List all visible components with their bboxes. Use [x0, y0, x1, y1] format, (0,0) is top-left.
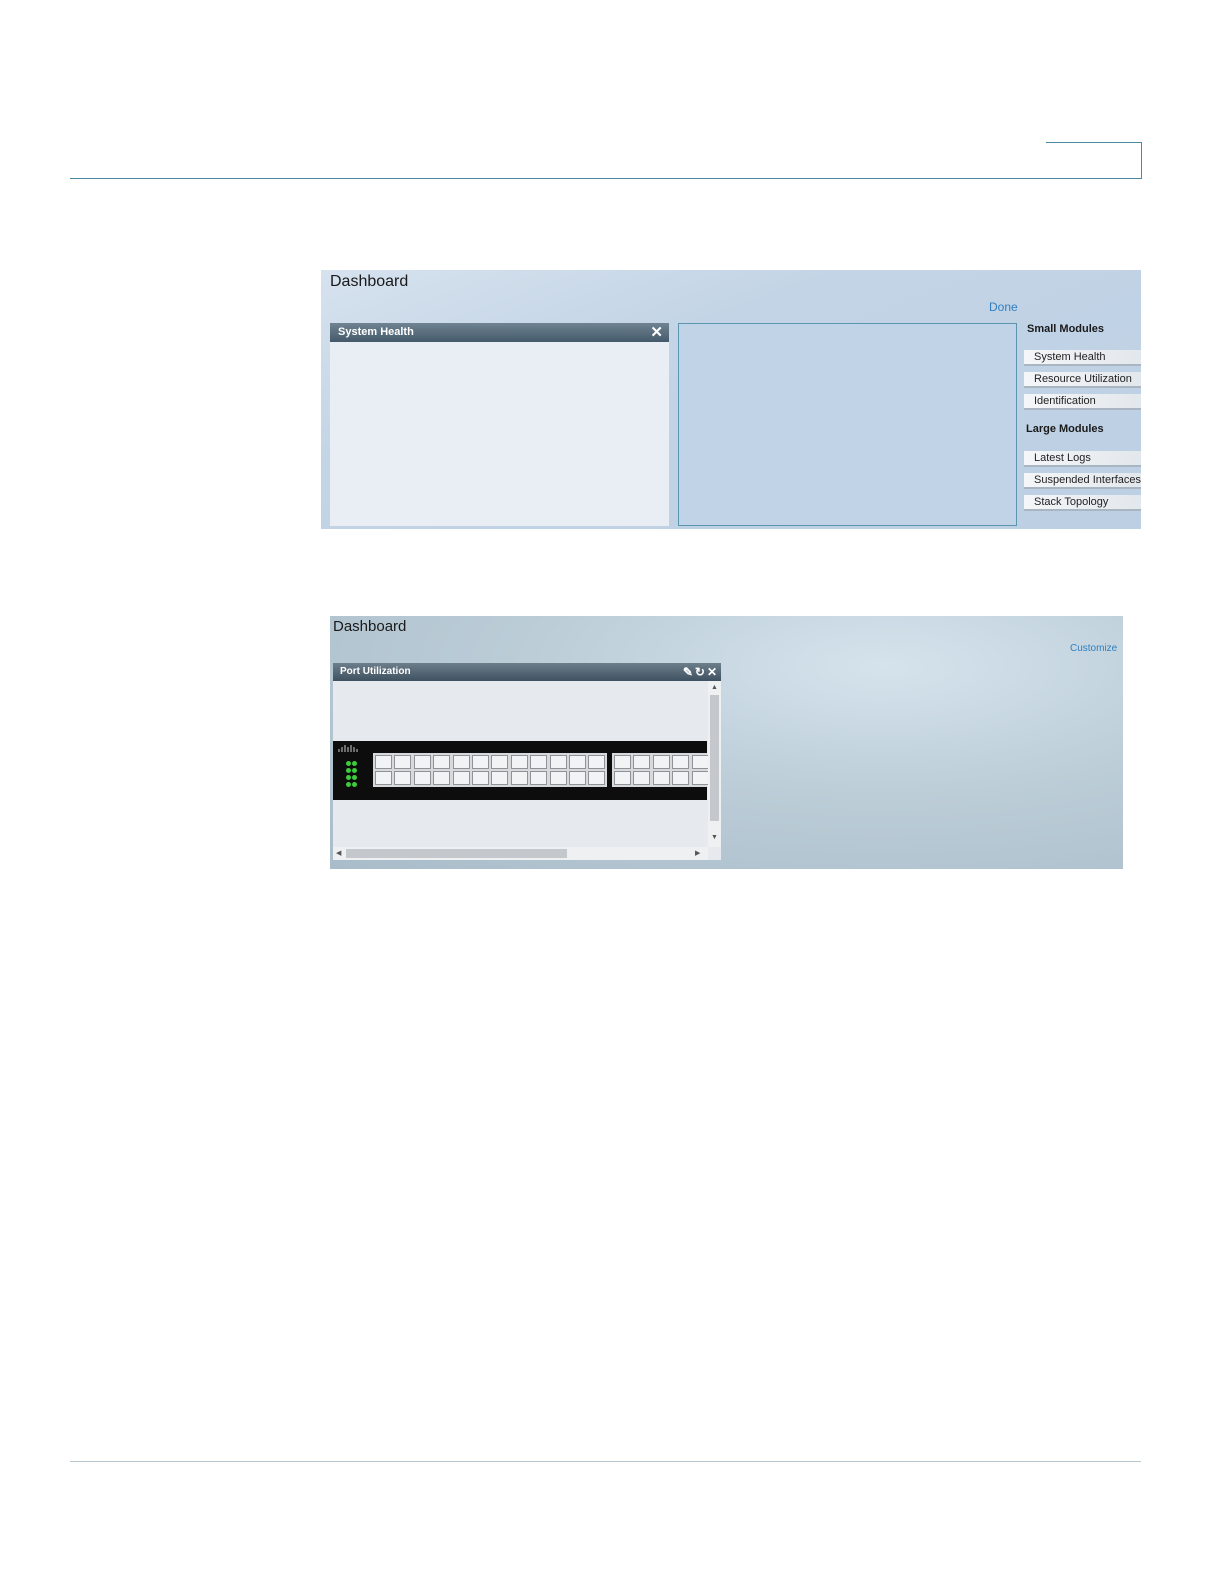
- customize-link[interactable]: Customize: [1070, 643, 1117, 654]
- module-body: [330, 342, 669, 526]
- switch-port-icon: [549, 771, 567, 785]
- port-utilization-module: Port Utilization ✎ ↻ ✕ ▲ ▼ ◀ ▶: [333, 663, 721, 860]
- large-module-suspended-interfaces[interactable]: Suspended Interfaces: [1024, 473, 1141, 489]
- close-icon[interactable]: ✕: [707, 665, 717, 679]
- switch-port-icon: [633, 755, 651, 769]
- switch-port-icon: [569, 755, 586, 769]
- switch-port-icon: [472, 755, 489, 769]
- switch-port-icon: [433, 771, 451, 785]
- module-title: System Health: [338, 326, 414, 338]
- dashboard-title: Dashboard: [333, 618, 407, 635]
- refresh-icon[interactable]: ↻: [695, 665, 705, 679]
- header-tab-box: [1046, 142, 1142, 179]
- module-header: Port Utilization ✎ ↻ ✕: [333, 663, 721, 681]
- small-modules-heading: Small Modules: [1027, 323, 1105, 335]
- port-block-main: [373, 753, 607, 787]
- small-module-resource-utilization[interactable]: Resource Utilization: [1024, 372, 1141, 388]
- vertical-scroll-thumb[interactable]: [710, 695, 719, 821]
- switch-port-icon: [614, 755, 631, 769]
- small-module-identification[interactable]: Identification: [1024, 394, 1141, 410]
- switch-port-icon: [672, 771, 690, 785]
- switch-port-icon: [433, 755, 451, 769]
- module-drop-zone[interactable]: [678, 323, 1017, 526]
- switch-port-icon: [530, 771, 548, 785]
- scroll-left-icon[interactable]: ◀: [336, 849, 341, 859]
- switch-port-icon: [510, 755, 528, 769]
- switch-port-icon: [691, 771, 709, 785]
- large-module-stack-topology[interactable]: Stack Topology: [1024, 495, 1141, 511]
- system-health-module[interactable]: System Health ✕: [330, 323, 669, 526]
- switch-port-icon: [530, 755, 548, 769]
- switch-port-icon: [452, 755, 470, 769]
- scroll-down-icon[interactable]: ▼: [711, 833, 718, 843]
- switch-port-icon: [652, 771, 670, 785]
- large-modules-heading: Large Modules: [1026, 423, 1104, 435]
- cisco-logo-icon: [338, 745, 358, 752]
- switch-port-icon: [413, 771, 431, 785]
- switch-port-icon: [614, 771, 631, 785]
- switch-port-icon: [672, 755, 690, 769]
- switch-port-icon: [452, 771, 470, 785]
- switch-port-icon: [569, 771, 586, 785]
- dashboard-title: Dashboard: [330, 273, 409, 290]
- switch-port-icon: [491, 771, 509, 785]
- header-rule: [70, 178, 1141, 179]
- switch-port-icon: [394, 771, 412, 785]
- horizontal-scrollbar[interactable]: ◀ ▶: [333, 847, 708, 860]
- switch-port-icon: [491, 755, 509, 769]
- large-module-latest-logs[interactable]: Latest Logs: [1024, 451, 1141, 467]
- switch-port-icon: [375, 771, 392, 785]
- done-link[interactable]: Done: [989, 300, 1018, 314]
- switch-front-panel-image[interactable]: [333, 741, 709, 800]
- scroll-up-icon[interactable]: ▲: [711, 683, 718, 693]
- dashboard-customize-screenshot: Dashboard Done System Health ✕ Small Mod…: [321, 270, 1141, 529]
- switch-port-icon: [633, 771, 651, 785]
- switch-port-icon: [394, 755, 412, 769]
- switch-port-icon: [413, 755, 431, 769]
- vertical-scrollbar[interactable]: ▲ ▼: [708, 681, 721, 847]
- port-block-uplink: [612, 753, 709, 787]
- switch-port-icon: [375, 755, 392, 769]
- horizontal-scroll-thumb[interactable]: [346, 849, 567, 858]
- switch-port-icon: [588, 755, 606, 769]
- switch-port-icon: [549, 755, 567, 769]
- scroll-right-icon[interactable]: ▶: [695, 849, 700, 859]
- dashboard-port-utilization-screenshot: Dashboard Customize Port Utilization ✎ ↻ ✕: [330, 616, 1123, 869]
- switch-port-icon: [510, 771, 528, 785]
- small-module-system-health[interactable]: System Health: [1024, 350, 1141, 366]
- module-header[interactable]: System Health ✕: [330, 323, 669, 342]
- close-icon[interactable]: ✕: [650, 323, 663, 342]
- switch-port-icon: [472, 771, 489, 785]
- switch-port-icon: [588, 771, 606, 785]
- edit-icon[interactable]: ✎: [683, 665, 693, 679]
- switch-port-icon: [691, 755, 709, 769]
- footer-rule: [70, 1461, 1141, 1462]
- switch-port-icon: [652, 755, 670, 769]
- module-title: Port Utilization: [340, 666, 411, 677]
